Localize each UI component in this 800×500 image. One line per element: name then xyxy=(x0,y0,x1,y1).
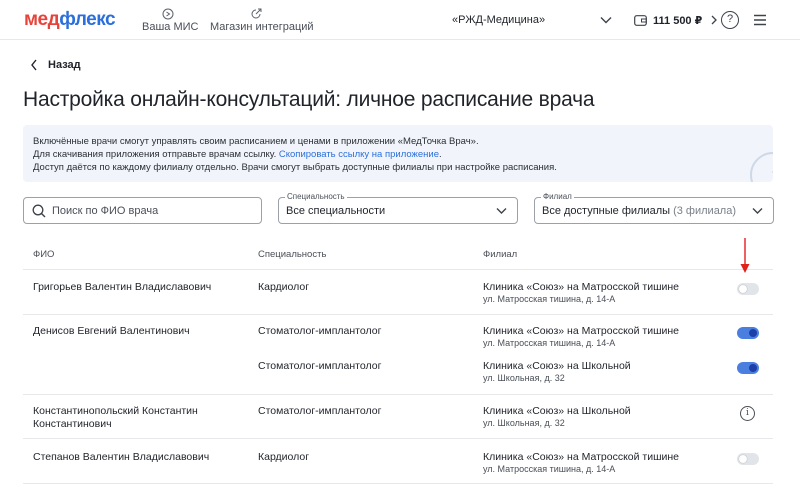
doctor-specialty: Стоматолог-имплантолог xyxy=(258,325,382,337)
info-icon[interactable]: i xyxy=(740,406,755,421)
mis-icon xyxy=(162,8,174,20)
logo[interactable]: медфлекс xyxy=(24,10,116,30)
branch-address: ул. Матросская тишина, д. 14-А xyxy=(483,338,616,348)
doctor-specialty: Кардиолог xyxy=(258,451,310,463)
nav-integrations-store[interactable]: Магазин интеграций xyxy=(210,8,314,34)
specialty-select-label: Специальность xyxy=(285,192,347,202)
specialty-select-value: Все специальности xyxy=(286,205,386,217)
doctor-name: Григорьев Валентин Владиславович xyxy=(33,281,212,293)
doctor-name: Денисов Евгений Валентинович xyxy=(33,325,190,337)
divider xyxy=(23,314,773,315)
chevron-down-icon xyxy=(496,208,507,214)
column-header-branch: Филиал xyxy=(483,249,518,260)
wallet-icon xyxy=(634,14,647,26)
doctor-name: Константинопольский Константин xyxy=(33,405,198,417)
divider xyxy=(23,269,773,270)
branch-name: Клиника «Союз» на Школьной xyxy=(483,360,631,372)
doctor-name: Степанов Валентин Владиславович xyxy=(33,451,210,463)
branch-name: Клиника «Союз» на Школьной xyxy=(483,405,631,417)
doctor-specialty: Стоматолог-имплантолог xyxy=(258,360,382,372)
menu-icon[interactable] xyxy=(753,14,767,26)
chevron-right-icon xyxy=(711,15,718,25)
access-toggle[interactable] xyxy=(737,283,759,295)
specialty-select[interactable]: Специальность Все специальности xyxy=(278,192,518,224)
chevron-down-icon[interactable] xyxy=(600,15,612,25)
doctor-specialty: Кардиолог xyxy=(258,281,310,293)
branch-name: Клиника «Союз» на Матросской тишине xyxy=(483,325,680,337)
info-line-3: Доступ даётся по каждому филиалу отдельн… xyxy=(33,162,557,173)
access-toggle[interactable] xyxy=(737,327,759,339)
divider xyxy=(23,394,773,395)
branch-address: ул. Школьная, д. 32 xyxy=(483,373,565,383)
branch-select[interactable]: Филиал Все доступные филиалы (3 филиала) xyxy=(534,192,774,224)
integrations-icon xyxy=(251,8,262,19)
divider xyxy=(23,438,773,439)
info-watermark-icon: i xyxy=(750,152,773,182)
nav-integrations-label: Магазин интеграций xyxy=(210,21,314,33)
branch-select-value: Все доступные филиалы (3 филиала) xyxy=(542,205,737,217)
annotation-arrow-icon xyxy=(740,238,750,273)
info-line-1: Включённые врачи смогут управлять своим … xyxy=(33,136,479,147)
nav-your-mis[interactable]: Ваша МИС xyxy=(142,8,199,34)
branch-address: ул. Школьная, д. 32 xyxy=(483,418,565,428)
page-title: Настройка онлайн-консультаций: личное ра… xyxy=(23,88,595,111)
search-input[interactable] xyxy=(52,202,252,219)
balance-button[interactable]: 111 500 ₽ xyxy=(634,12,718,28)
nav-your-mis-label: Ваша МИС xyxy=(142,21,199,33)
doctor-name-continued: Константинович xyxy=(33,418,112,430)
branch-select-label: Филиал xyxy=(541,192,574,202)
info-banner: Включённые врачи смогут управлять своим … xyxy=(23,125,773,182)
back-label: Назад xyxy=(48,59,81,71)
branch-address: ул. Матросская тишина, д. 14-А xyxy=(483,464,616,474)
doctor-search[interactable] xyxy=(23,197,262,224)
doctor-specialty: Стоматолог-имплантолог xyxy=(258,405,382,417)
access-toggle[interactable] xyxy=(737,362,759,374)
divider xyxy=(23,483,773,484)
column-header-name: ФИО xyxy=(33,249,55,260)
branch-address: ул. Матросская тишина, д. 14-А xyxy=(483,294,616,304)
branch-name: Клиника «Союз» на Матросской тишине xyxy=(483,281,680,293)
chevron-left-icon xyxy=(31,59,37,71)
back-button[interactable]: Назад xyxy=(30,58,81,72)
copy-app-link[interactable]: Скопировать ссылку на приложение xyxy=(279,149,439,160)
branch-name: Клиника «Союз» на Матросской тишине xyxy=(483,451,680,463)
organization-select[interactable]: «РЖД-Медицина» xyxy=(452,14,545,26)
branch-count: (3 филиала) xyxy=(673,205,737,217)
search-icon xyxy=(32,204,46,218)
info-line-2: Для скачивания приложения отправьте врач… xyxy=(33,149,442,160)
access-toggle[interactable] xyxy=(737,453,759,465)
column-header-specialty: Специальность xyxy=(258,249,327,260)
balance-amount: 111 500 ₽ xyxy=(653,14,703,27)
chevron-down-icon xyxy=(752,208,763,214)
help-button[interactable]: ? xyxy=(721,11,739,29)
top-bar: медфлекс Ваша МИС Магазин интеграций «РЖ… xyxy=(0,0,800,40)
